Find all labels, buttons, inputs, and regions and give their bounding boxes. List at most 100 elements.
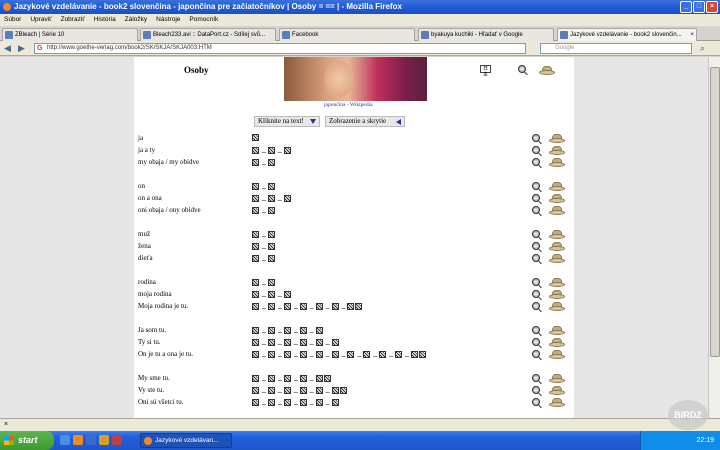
phrase-slovak[interactable]: moja rodina [138,289,172,299]
wikipedia-link[interactable]: japončina - Wikipedia [324,102,373,108]
phrase-japanese[interactable]: _ _ _ _ _ [252,385,348,395]
phrase-japanese[interactable] [252,133,260,143]
magnifier-icon[interactable] [532,254,540,262]
phrase-slovak[interactable]: muž [138,229,150,239]
audio-hat-icon[interactable] [549,350,565,359]
phrase-japanese[interactable]: _ [252,253,276,263]
phrase-japanese[interactable]: _ _ _ _ _ _ [252,301,363,311]
phrase-slovak[interactable]: ja a ty [138,145,155,155]
magnifier-icon[interactable] [532,338,540,346]
magnifier-icon[interactable] [532,182,540,190]
menu-item-5[interactable]: Nástroje [156,14,180,26]
audio-hat-icon[interactable] [549,326,565,335]
magnifier-icon[interactable] [532,278,540,286]
tab-0[interactable]: ZBleach | Série 10 [2,28,138,41]
maximize-button[interactable]: □ [693,1,705,13]
phrase-japanese[interactable]: _ [252,205,276,215]
phrase-slovak[interactable]: on a ona [138,193,162,203]
magnifier-icon[interactable] [532,242,540,250]
phrase-slovak[interactable]: oni obaja / ony obidve [138,205,201,215]
phrase-japanese[interactable]: _ _ _ _ [252,373,332,383]
phrase-japanese[interactable]: _ _ [252,193,292,203]
phrase-japanese[interactable]: _ _ _ _ [252,325,324,335]
magnifier-icon[interactable] [532,158,540,166]
tab-2[interactable]: Facebook [279,28,415,41]
media-quicklaunch-icon[interactable] [112,435,122,445]
phrase-slovak[interactable]: ja [138,133,143,143]
tab-1[interactable]: Bleach233.avi :: DataPort.cz - Sdílej sv… [140,28,276,41]
magnifier-icon[interactable] [532,398,540,406]
magnifier-icon[interactable] [532,386,540,394]
start-button[interactable]: start [0,431,54,450]
audio-hat-icon[interactable] [549,146,565,155]
search-icon[interactable]: ⌕ [700,43,705,54]
phrase-japanese[interactable]: _ [252,241,276,251]
phrase-slovak[interactable]: dieťa [138,253,153,263]
phrase-japanese[interactable]: _ [252,229,276,239]
audio-hat-icon[interactable] [549,194,565,203]
audio-hat-icon[interactable] [549,230,565,239]
phrase-japanese[interactable]: _ _ _ _ _ [252,397,340,407]
magnifier-icon[interactable] [532,350,540,358]
audio-hat-icon[interactable] [549,338,565,347]
tab-4[interactable]: Jazykové vzdelávanie - book2 slovenčin..… [557,28,697,41]
phrase-slovak[interactable]: My sme tu. [138,373,170,383]
magnifier-icon[interactable] [532,302,540,310]
toggle-visibility-button[interactable]: Zobrazenie a skrytie [325,116,405,127]
forward-arrow-icon[interactable]: ▶ [18,43,25,54]
search-input[interactable]: Google [540,43,692,54]
audio-hat-icon[interactable] [549,398,565,407]
audio-hat-icon[interactable] [539,66,555,75]
close-button[interactable]: × [706,1,718,13]
audio-hat-icon[interactable] [549,374,565,383]
audio-hat-icon[interactable] [549,242,565,251]
phrase-japanese[interactable]: _ [252,157,276,167]
phrase-slovak[interactable]: žena [138,241,151,251]
phrase-slovak[interactable]: on [138,181,145,191]
back-arrow-icon[interactable]: ◀ [4,43,11,54]
ie-quicklaunch-icon[interactable] [86,435,96,445]
close-findbar-icon[interactable]: × [4,421,8,428]
tab-close-icon[interactable]: × [690,29,694,41]
audio-hat-icon[interactable] [549,302,565,311]
menu-item-1[interactable]: Upraviť [30,14,51,26]
magnifier-icon[interactable] [532,206,540,214]
menu-item-6[interactable]: Pomocník [189,14,218,26]
show-desktop-icon[interactable] [60,435,70,445]
magnifier-icon[interactable] [532,230,540,238]
audio-hat-icon[interactable] [549,206,565,215]
firefox-quicklaunch-icon[interactable] [73,435,83,445]
tab-3[interactable]: byakuya kuchiki - Hľadať v Google [418,28,554,41]
phrase-slovak[interactable]: On je tu a ona je tu. [138,349,193,359]
phrase-japanese[interactable]: _ _ [252,289,292,299]
audio-hat-icon[interactable] [549,182,565,191]
magnifier-icon[interactable] [532,146,540,154]
magnifier-icon[interactable] [532,326,540,334]
menu-item-0[interactable]: Súbor [4,14,21,26]
phrase-slovak[interactable]: Oni sú všetci tu. [138,397,184,407]
audio-hat-icon[interactable] [549,158,565,167]
audio-hat-icon[interactable] [549,254,565,263]
menu-item-3[interactable]: História [94,14,116,26]
scrollbar-thumb[interactable] [710,67,720,357]
url-bar[interactable]: G http://www.goethe-verlag.com/book2/SK/… [34,43,526,54]
magnifier-icon[interactable] [532,194,540,202]
phrase-slovak[interactable]: Moja rodina je tu. [138,301,188,311]
phrase-japanese[interactable]: _ _ [252,145,292,155]
phrase-slovak[interactable]: my obaja / my obidve [138,157,199,167]
click-text-button[interactable]: Kliknite na text! [254,116,320,127]
magnifier-icon[interactable] [532,374,540,382]
magnifier-icon[interactable] [532,134,540,142]
magnifier-icon[interactable] [532,290,540,298]
phrase-slovak[interactable]: rodina [138,277,156,287]
magnifier-icon[interactable] [518,65,526,73]
vertical-scrollbar[interactable] [708,57,720,418]
phrase-japanese[interactable]: _ _ _ _ _ [252,337,340,347]
audio-hat-icon[interactable] [549,278,565,287]
phrase-slovak[interactable]: Ja som tu. [138,325,166,335]
folder-quicklaunch-icon[interactable] [99,435,109,445]
phrase-japanese[interactable]: _ _ _ _ _ _ _ _ _ _ [252,349,427,359]
phrase-japanese[interactable]: _ [252,181,276,191]
minimize-button[interactable]: _ [680,1,692,13]
phrase-japanese[interactable]: _ [252,277,276,287]
